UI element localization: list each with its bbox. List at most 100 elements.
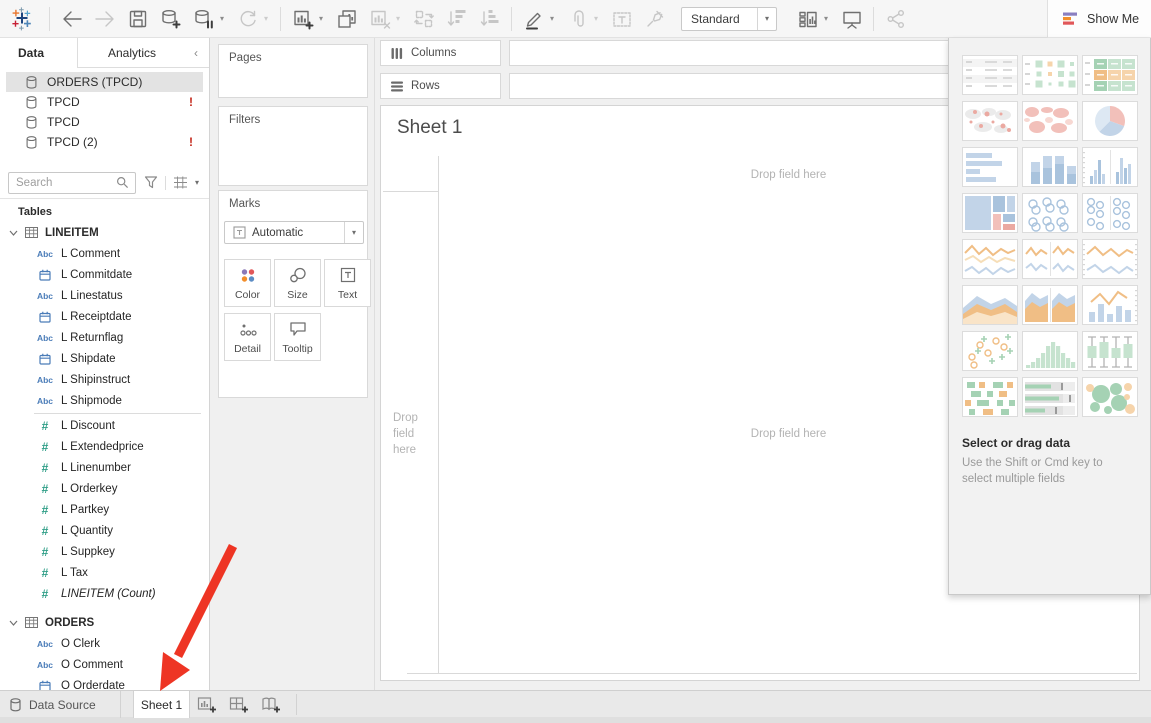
table-group-header[interactable]: ORDERS (0, 612, 209, 633)
mark-type-caret[interactable]: ▾ (344, 222, 363, 243)
showme-sbs-bars-thumbnail[interactable] (1082, 147, 1138, 187)
showme-area-cont-thumbnail[interactable] (962, 285, 1018, 325)
show-me-button[interactable]: Show Me (1047, 0, 1151, 38)
fit-mode-selector[interactable]: Standard ▾ (681, 7, 777, 31)
showme-circle-views-thumbnail[interactable] (1022, 193, 1078, 233)
datasource-item[interactable]: TPCD! (6, 92, 203, 112)
pause-auto-updates-button[interactable] (187, 5, 220, 33)
size-mark-button[interactable]: Size (274, 259, 321, 307)
table-group-header[interactable]: LINEITEM (0, 222, 209, 243)
chevron-down-icon[interactable] (9, 229, 18, 237)
presentation-mode-button[interactable] (835, 5, 868, 33)
chevron-down-icon[interactable] (9, 619, 18, 627)
showme-highlight-table-thumbnail[interactable] (1082, 55, 1138, 95)
field-item[interactable]: L Commitdate (0, 264, 209, 285)
group-members-button (561, 5, 594, 33)
field-item[interactable]: #L Linenumber (0, 457, 209, 478)
highlight-button[interactable] (517, 5, 550, 33)
showme-filled-map-thumbnail[interactable] (1022, 101, 1078, 141)
pages-shelf[interactable]: Pages (218, 44, 368, 98)
collapse-pane-button[interactable]: ‹ (183, 38, 209, 68)
showme-lines-disc-thumbnail[interactable] (1022, 239, 1078, 279)
sheet-tab-bar: Data Source Sheet 1 (0, 690, 1151, 717)
showme-scatter-thumbnail[interactable] (962, 331, 1018, 371)
showme-area-disc-thumbnail[interactable] (1022, 285, 1078, 325)
drop-zone-rows[interactable]: Drop field here (393, 410, 437, 458)
data-source-tab-label: Data Source (29, 698, 96, 712)
data-source-tab[interactable]: Data Source (0, 691, 121, 718)
field-item[interactable]: # L Quantity (0, 520, 209, 541)
field-item[interactable]: O Orderdate (0, 675, 209, 690)
datasource-item[interactable]: TPCD (2)! (6, 132, 203, 152)
save-button[interactable] (121, 5, 154, 33)
tab-data[interactable]: Data (0, 38, 78, 68)
field-item[interactable]: #L Discount (0, 415, 209, 436)
field-item[interactable]: L Shipdate (0, 348, 209, 369)
showme-dual-combo-thumbnail[interactable] (1082, 285, 1138, 325)
showme-sbs-circles-thumbnail[interactable] (1082, 193, 1138, 233)
new-story-tab-button[interactable] (257, 691, 285, 718)
rows-shelf-label[interactable]: Rows (380, 73, 501, 99)
show-hide-cards-button[interactable] (791, 5, 824, 33)
showme-h-bars-thumbnail[interactable] (962, 147, 1018, 187)
new-datasource-button[interactable] (154, 5, 187, 33)
field-item[interactable]: L Receiptdate (0, 306, 209, 327)
new-worksheet-caret[interactable]: ▾ (319, 14, 330, 23)
field-item[interactable]: #L Suppkey (0, 541, 209, 562)
filters-shelf[interactable]: Filters (218, 106, 368, 186)
showme-text-table-thumbnail[interactable] (962, 55, 1018, 95)
field-item[interactable]: #L Extendedprice (0, 436, 209, 457)
showme-stacked-bars-thumbnail[interactable] (1022, 147, 1078, 187)
tab-analytics[interactable]: Analytics (78, 38, 183, 68)
datasource-item[interactable]: TPCD (6, 112, 203, 132)
showme-gantt-thumbnail[interactable] (962, 377, 1018, 417)
show-hide-cards-caret[interactable]: ▾ (824, 14, 835, 23)
showme-bubbles-thumbnail[interactable] (1082, 377, 1138, 417)
field-item[interactable]: AbcO Comment (0, 654, 209, 675)
field-item[interactable]: AbcL Shipinstruct (0, 369, 209, 390)
new-worksheet-tab-button[interactable] (193, 691, 221, 718)
view-options-caret[interactable]: ▾ (195, 178, 199, 187)
fit-mode-caret-icon[interactable]: ▾ (757, 8, 776, 30)
datasource-item[interactable]: ORDERS (TPCD) (6, 72, 203, 92)
showme-histogram-thumbnail[interactable] (1022, 331, 1078, 371)
field-item[interactable]: AbcL Linestatus (0, 285, 209, 306)
columns-shelf-label[interactable]: Columns (380, 40, 501, 66)
field-item[interactable]: AbcO Clerk (0, 633, 209, 654)
showme-treemap-thumbnail[interactable] (962, 193, 1018, 233)
field-label: L Quantity (61, 525, 113, 537)
showme-symbol-map-thumbnail[interactable] (962, 101, 1018, 141)
pause-updates-caret[interactable]: ▾ (220, 14, 231, 23)
mark-type-dropdown[interactable]: Automatic ▾ (224, 221, 364, 244)
field-item[interactable]: #L Tax (0, 562, 209, 583)
number-datatype-icon: # (42, 524, 49, 538)
number-datatype-icon: # (42, 461, 49, 475)
field-item[interactable]: AbcL Shipmode (0, 390, 209, 411)
highlight-caret[interactable]: ▾ (550, 14, 561, 23)
showme-lines-cont-thumbnail[interactable] (962, 239, 1018, 279)
field-item[interactable]: AbcL Comment (0, 243, 209, 264)
new-dashboard-tab-button[interactable] (225, 691, 253, 718)
showme-box-whisker-thumbnail[interactable] (1082, 331, 1138, 371)
mark-button-label: Tooltip (282, 343, 312, 355)
search-input[interactable] (16, 177, 116, 189)
color-mark-button[interactable]: Color (224, 259, 271, 307)
showme-bullet-thumbnail[interactable] (1022, 377, 1078, 417)
showme-pie-thumbnail[interactable] (1082, 101, 1138, 141)
showme-heatmap-thumbnail[interactable] (1022, 55, 1078, 95)
field-item[interactable]: #L Partkey (0, 499, 209, 520)
tooltip-mark-button[interactable]: Tooltip (274, 313, 321, 361)
detail-mark-button[interactable]: Detail (224, 313, 271, 361)
field-item[interactable]: AbcL Returnflag (0, 327, 209, 348)
field-item[interactable]: #LINEITEM (Count) (0, 583, 209, 604)
duplicate-sheet-button[interactable] (330, 5, 363, 33)
new-worksheet-button[interactable] (286, 5, 319, 33)
sheet1-tab[interactable]: Sheet 1 (133, 691, 190, 718)
field-item[interactable]: #L Orderkey (0, 478, 209, 499)
showme-dual-lines-thumbnail[interactable] (1082, 239, 1138, 279)
view-options-icon[interactable] (173, 176, 188, 189)
text-mark-button[interactable]: Text (324, 259, 371, 307)
sort-descending-button (473, 5, 506, 33)
filter-fields-icon[interactable] (144, 176, 158, 189)
undo-button[interactable] (55, 5, 88, 33)
